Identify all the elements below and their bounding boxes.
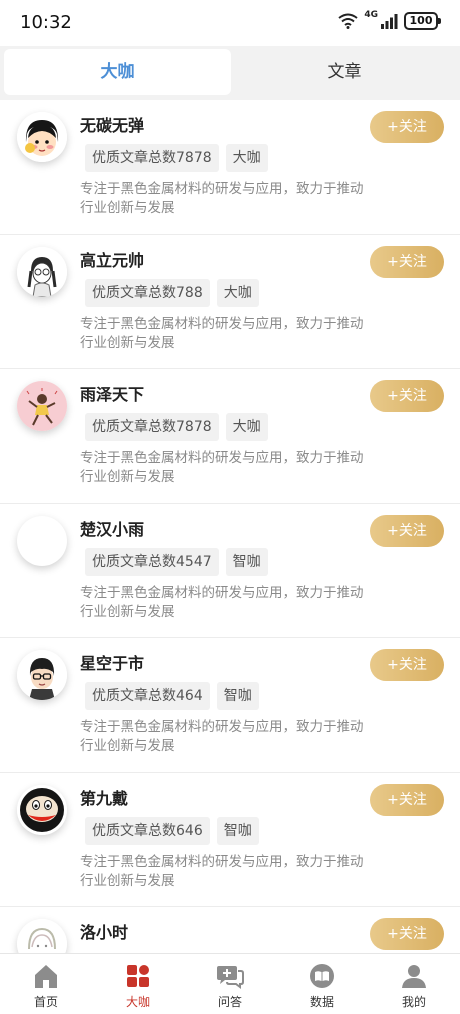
battery-level: 100 — [409, 14, 433, 27]
article-count-tag: 优质文章总数788 — [85, 278, 210, 307]
tab-articles[interactable]: 文章 — [231, 49, 458, 95]
expert-list[interactable]: 无碳无弹 优质文章总数7878 大咖 专注于黑色金属材料的研发与应用，致力于推动… — [0, 100, 460, 953]
nav-label-experts: 大咖 — [125, 995, 150, 1009]
nav-qa[interactable]: 问答 — [184, 954, 276, 1014]
expert-card[interactable]: 星空于市 优质文章总数464 智咖 专注于黑色金属材料的研发与应用，致力于推动行… — [0, 638, 460, 773]
expert-tags: 优质文章总数4547 智咖 — [85, 547, 268, 576]
expert-level-badge: 大咖 — [225, 144, 268, 172]
expert-level-badge: 大咖 — [216, 278, 259, 307]
expert-card[interactable]: 无碳无弹 优质文章总数7878 大咖 专注于黑色金属材料的研发与应用，致力于推动… — [0, 100, 460, 235]
expert-name[interactable]: 第九戴 — [80, 785, 128, 809]
expert-level-badge: 智咖 — [216, 816, 259, 845]
expert-name[interactable]: 楚汉小雨 — [80, 516, 144, 540]
status-time: 10:32 — [20, 12, 72, 33]
nav-home[interactable]: 首页 — [0, 954, 92, 1014]
expert-tags: 优质文章总数646 智咖 — [85, 816, 259, 845]
avatar[interactable] — [17, 381, 67, 431]
nav-mine[interactable]: 我的 — [368, 954, 460, 1014]
dancing-girl-avatar-icon — [17, 381, 67, 431]
avatar[interactable] — [17, 112, 67, 162]
expert-description: 专注于黑色金属材料的研发与应用，致力于推动行业创新与发展 — [80, 181, 364, 216]
avatar[interactable] — [17, 515, 67, 566]
expert-name[interactable]: 无碳无弹 — [80, 112, 144, 136]
nav-label-mine: 我的 — [401, 995, 426, 1009]
follow-button[interactable]: +关注 — [370, 514, 444, 547]
sketch-girl-avatar-icon — [17, 919, 67, 953]
avatar[interactable] — [17, 919, 67, 953]
follow-button[interactable]: +关注 — [370, 918, 444, 950]
bottom-nav: 首页 大咖 问答 数据 我的 — [0, 953, 460, 1014]
article-count-tag: 优质文章总数464 — [85, 682, 210, 710]
nav-label-data: 数据 — [309, 995, 334, 1009]
tab-experts[interactable]: 大咖 — [4, 49, 231, 95]
grid-icon — [127, 965, 149, 987]
cartoon-boy-avatar-icon — [17, 650, 67, 700]
follow-button[interactable]: +关注 — [370, 649, 444, 681]
expert-tags: 优质文章总数788 大咖 — [85, 278, 259, 307]
expert-card[interactable]: 高立元帅 优质文章总数788 大咖 专注于黑色金属材料的研发与应用，致力于推动行… — [0, 235, 460, 369]
nav-data[interactable]: 数据 — [276, 954, 368, 1014]
avatar[interactable] — [17, 246, 67, 297]
article-count-tag: 优质文章总数7878 — [85, 144, 219, 172]
expert-name[interactable]: 洛小时 — [80, 919, 128, 943]
app-screen: 10:32 4G 100 大咖 文章 无碳无弹 优质文章总数7878 大咖 专注… — [0, 0, 460, 1014]
battery-icon: 100 — [404, 12, 441, 30]
monkey-face-avatar-icon — [17, 784, 67, 835]
article-count-tag: 优质文章总数646 — [85, 816, 210, 845]
expert-description: 专注于黑色金属材料的研发与应用，致力于推动行业创新与发展 — [80, 450, 364, 485]
wifi-icon — [338, 13, 358, 29]
expert-description: 专注于黑色金属材料的研发与应用，致力于推动行业创新与发展 — [80, 853, 364, 889]
status-bar: 10:32 4G 100 — [0, 0, 460, 46]
expert-description: 专注于黑色金属材料的研发与应用，致力于推动行业创新与发展 — [80, 584, 364, 620]
expert-description: 专注于黑色金属材料的研发与应用，致力于推动行业创新与发展 — [80, 719, 364, 754]
expert-name[interactable]: 高立元帅 — [80, 247, 144, 271]
signal-icon — [381, 14, 398, 29]
user-icon — [402, 965, 426, 988]
follow-button[interactable]: +关注 — [370, 783, 444, 816]
tab-bar: 大咖 文章 — [0, 46, 460, 100]
expert-description: 专注于黑色金属材料的研发与应用，致力于推动行业创新与发展 — [80, 315, 364, 351]
expert-name[interactable]: 雨泽天下 — [80, 381, 144, 405]
network-type: 4G — [364, 10, 378, 20]
expert-level-badge: 大咖 — [225, 413, 268, 441]
status-icons: 4G 100 — [338, 10, 441, 30]
expert-name[interactable]: 星空于市 — [80, 650, 144, 674]
book-icon — [310, 964, 334, 988]
home-icon — [35, 965, 57, 988]
article-count-tag: 优质文章总数7878 — [85, 413, 219, 441]
expert-card[interactable]: 雨泽天下 优质文章总数7878 大咖 专注于黑色金属材料的研发与应用，致力于推动… — [0, 369, 460, 504]
follow-button[interactable]: +关注 — [370, 245, 444, 278]
expert-tags: 优质文章总数464 智咖 — [85, 682, 259, 710]
avatar[interactable] — [17, 784, 67, 835]
article-count-tag: 优质文章总数4547 — [85, 547, 219, 576]
expert-tags: 优质文章总数7878 大咖 — [85, 413, 268, 441]
chat-plus-icon — [217, 966, 244, 989]
follow-button[interactable]: +关注 — [370, 380, 444, 412]
nav-label-qa: 问答 — [217, 995, 242, 1009]
follow-button[interactable]: +关注 — [370, 111, 444, 143]
expert-card[interactable]: 第九戴 优质文章总数646 智咖 专注于黑色金属材料的研发与应用，致力于推动行业… — [0, 773, 460, 907]
nav-experts[interactable]: 大咖 — [92, 954, 184, 1014]
cartoon-girl-avatar-icon — [17, 112, 67, 162]
expert-level-badge: 智咖 — [225, 547, 268, 576]
expert-level-badge: 智咖 — [216, 682, 259, 710]
expert-card[interactable]: 洛小时 +关注 — [0, 907, 460, 953]
nav-label-home: 首页 — [33, 995, 58, 1009]
avatar[interactable] — [17, 650, 67, 700]
sketch-girl-avatar-icon — [17, 246, 67, 297]
expert-card[interactable]: 楚汉小雨 优质文章总数4547 智咖 专注于黑色金属材料的研发与应用，致力于推动… — [0, 504, 460, 638]
expert-tags: 优质文章总数7878 大咖 — [85, 144, 268, 172]
